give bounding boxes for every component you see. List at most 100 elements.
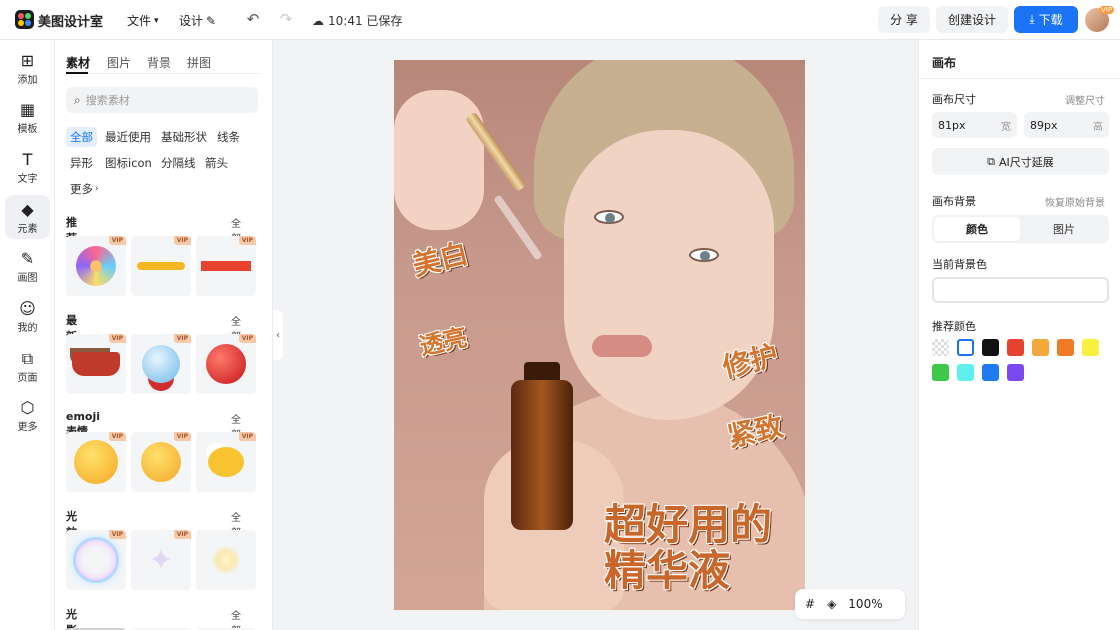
current-bg-label: 当前背景色 xyxy=(932,258,987,271)
redo-icon[interactable]: ↷ xyxy=(276,9,296,29)
tab-collage[interactable]: 拼图 xyxy=(187,54,211,71)
zoom-level[interactable]: 100% xyxy=(848,597,882,611)
chip-more-label: 更多 xyxy=(70,182,93,196)
canvas-headline-line2[interactable]: 精华液 xyxy=(604,548,730,594)
color-swatch[interactable] xyxy=(1032,339,1049,356)
search-placeholder: 搜索素材 xyxy=(85,94,130,107)
vip-badge: VIP xyxy=(238,334,256,343)
chip-all[interactable]: 全部 xyxy=(66,127,97,147)
rail-item-template[interactable]: ▦ 模板 xyxy=(5,96,50,140)
asset-tile-thinking-face[interactable]: VIP xyxy=(131,432,191,492)
rail-item-page-add[interactable]: ⧉ 页面 xyxy=(5,344,50,388)
reindeer-sleigh-image xyxy=(72,352,120,376)
asset-tile-red-apple[interactable]: VIP xyxy=(196,334,256,394)
color-swatch[interactable] xyxy=(957,339,974,356)
asset-tile-soft-glow[interactable] xyxy=(196,530,256,590)
color-swatch[interactable] xyxy=(957,364,974,381)
chip-arrows[interactable]: 箭头 xyxy=(201,153,232,173)
height-unit: 高 xyxy=(1093,121,1103,133)
asset-tile-chick-calendar[interactable]: VIP xyxy=(196,432,256,492)
chip-recent[interactable]: 最近使用 xyxy=(101,127,155,147)
asset-tile-reindeer-sleigh[interactable]: VIP xyxy=(66,334,126,394)
canvas-bg-label: 画布背景 xyxy=(932,195,976,208)
rail-item-shapes[interactable]: ◆ 元素 xyxy=(5,195,50,240)
undo-icon[interactable]: ↶ xyxy=(243,9,263,29)
width-field[interactable]: 81px 宽 xyxy=(932,112,1017,138)
rail-item-user[interactable]: ☺ 我的 xyxy=(5,295,50,339)
rail-item-plus-square[interactable]: ⊞ 添加 xyxy=(5,46,50,90)
search-icon: ⌕ xyxy=(74,92,81,107)
asset-tile-star-sparkle[interactable]: ✦ VIP xyxy=(131,530,191,590)
page-add-icon: ⧉ xyxy=(21,348,34,368)
grid-icon[interactable]: # xyxy=(805,597,815,611)
app-logo[interactable] xyxy=(15,10,34,29)
collapse-panel-button[interactable]: ‹ xyxy=(273,310,283,360)
asset-tile-confetti-popper[interactable]: VIP xyxy=(66,236,126,296)
rail-item-pen[interactable]: ✎ 画图 xyxy=(5,245,50,289)
color-swatch[interactable] xyxy=(1082,339,1099,356)
layers-icon[interactable]: ◈ xyxy=(827,597,836,611)
ai-extend-button[interactable]: ⧉ AI尺寸延展 xyxy=(932,148,1109,175)
asset-tile-yellow-brush-stroke[interactable]: VIP xyxy=(131,236,191,296)
color-swatch[interactable] xyxy=(932,364,949,381)
restore-bg-link[interactable]: 恢复原始背景 xyxy=(1045,194,1105,209)
rail-item-text[interactable]: T 文字 xyxy=(5,145,50,189)
canvas-text-brightening[interactable]: 透亮 xyxy=(416,317,470,361)
chip-dividers[interactable]: 分隔线 xyxy=(157,153,200,173)
file-menu[interactable]: 文件 ▾ xyxy=(127,12,159,29)
search-input[interactable]: ⌕ 搜索素材 xyxy=(66,87,258,113)
color-swatch[interactable] xyxy=(982,364,999,381)
download-button[interactable]: ⤓ 下载 xyxy=(1014,6,1078,33)
current-bg-color-field[interactable] xyxy=(932,277,1109,303)
rail-item-cube[interactable]: ⬡ 更多 xyxy=(5,394,50,438)
canvas-headline-line1[interactable]: 超好用的 xyxy=(604,502,772,548)
chevron-right-icon: › xyxy=(95,184,99,194)
rail-item-label: 添加 xyxy=(17,74,38,86)
design-menu-label: 设计 xyxy=(179,14,204,28)
red-apple-image xyxy=(206,344,246,384)
lips-shape xyxy=(592,335,652,357)
design-menu[interactable]: 设计 ✎ xyxy=(179,12,216,29)
ai-extend-label: AI尺寸延展 xyxy=(999,155,1054,169)
asset-tile-bubble-ring[interactable]: VIP xyxy=(66,530,126,590)
rail-item-label: 更多 xyxy=(17,422,38,434)
section-see-all-link[interactable]: 全部 › xyxy=(231,607,241,630)
design-canvas[interactable]: 美白 透亮 修护 紧致 超好用的 精华液 xyxy=(394,60,805,610)
adjust-size-link[interactable]: 调整尺寸 xyxy=(1065,92,1105,107)
bg-type-toggle: 颜色 图片 xyxy=(932,215,1109,243)
color-swatch[interactable] xyxy=(932,339,949,356)
vip-badge: VIP xyxy=(108,530,126,539)
share-button[interactable]: 分 享 xyxy=(878,6,930,33)
height-field[interactable]: 89px 高 xyxy=(1024,112,1109,138)
chip-basic-shapes[interactable]: 基础形状 xyxy=(157,127,211,147)
bubble-ring-image xyxy=(73,537,119,583)
tab-images[interactable]: 图片 xyxy=(107,54,131,71)
color-swatch[interactable] xyxy=(1007,364,1024,381)
asset-tile-red-bar[interactable]: VIP xyxy=(196,236,256,296)
chip-lines[interactable]: 线条 xyxy=(213,127,244,147)
chip-icons[interactable]: 图标icon xyxy=(101,153,156,173)
vip-badge: VIP xyxy=(238,236,256,245)
asset-panel: 素材 图片 背景 拼图 ⌕ 搜索素材 全部 最近使用 基础形状 线条 异形 图标… xyxy=(55,40,273,630)
tab-backgrounds[interactable]: 背景 xyxy=(147,54,171,71)
bg-color-tab[interactable]: 颜色 xyxy=(934,217,1020,241)
plus-square-icon: ⊞ xyxy=(20,50,35,70)
asset-tile-snow-globe-gifts[interactable]: VIP xyxy=(131,334,191,394)
color-swatch[interactable] xyxy=(1007,339,1024,356)
color-swatch[interactable] xyxy=(1057,339,1074,356)
tab-materials[interactable]: 素材 xyxy=(66,54,90,71)
asset-tile-shocked-face[interactable]: VIP xyxy=(66,432,126,492)
create-design-button[interactable]: 创建设计 xyxy=(936,6,1008,33)
bg-image-tab[interactable]: 图片 xyxy=(1021,217,1107,241)
height-value: 89px xyxy=(1030,118,1058,132)
chip-irregular[interactable]: 异形 xyxy=(66,153,97,173)
chick-calendar-image xyxy=(208,447,244,477)
shapes-icon: ◆ xyxy=(21,199,34,219)
rail-item-label: 页面 xyxy=(17,372,38,384)
chip-more[interactable]: 更多 › xyxy=(66,179,103,199)
canvas-text-whitening[interactable]: 美白 xyxy=(408,232,472,284)
rail-item-label: 画图 xyxy=(17,273,38,285)
cube-icon: ⬡ xyxy=(20,398,35,418)
color-swatch[interactable] xyxy=(982,339,999,356)
vip-badge: VIP xyxy=(173,530,191,539)
